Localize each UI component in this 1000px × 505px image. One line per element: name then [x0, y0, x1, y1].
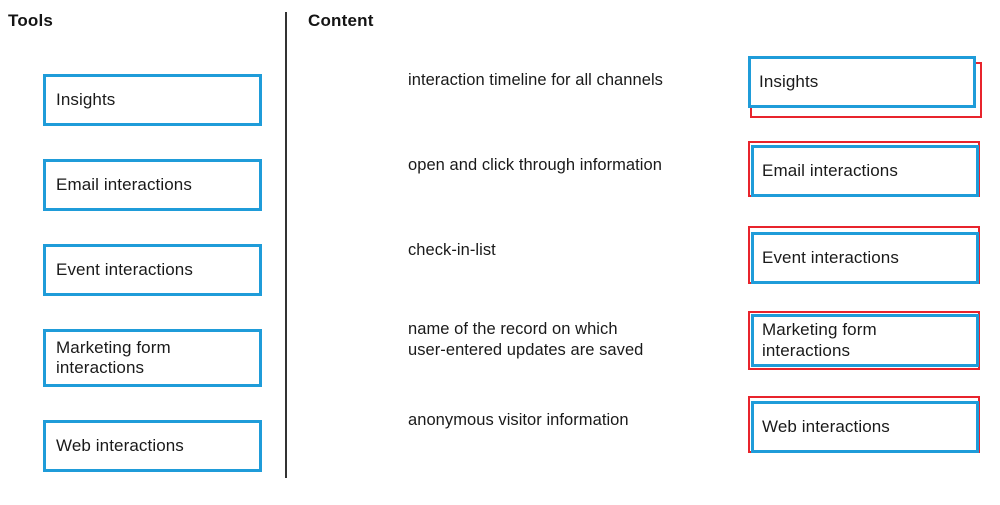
answer-dropzone[interactable]: Marketing form interactions	[748, 311, 980, 370]
answer-box-label: Insights	[759, 71, 819, 91]
tool-option-email-interactions[interactable]: Email interactions	[43, 159, 262, 211]
answer-row: interaction timeline for all channels In…	[408, 56, 993, 141]
tool-option-label: Web interactions	[56, 435, 184, 455]
answer-row-description: check-in-list	[408, 241, 496, 259]
tools-option-list: Insights Email interactions Event intera…	[43, 74, 262, 505]
tool-option-label: Email interactions	[56, 174, 192, 194]
answer-dropzone[interactable]: Insights	[748, 56, 982, 118]
content-answer-list: interaction timeline for all channels In…	[408, 56, 993, 481]
answer-box[interactable]: Email interactions	[751, 145, 979, 197]
answer-box[interactable]: Marketing form interactions	[751, 314, 979, 367]
answer-row-description: open and click through information	[408, 156, 662, 174]
answer-box-label: Event interactions	[762, 247, 899, 267]
answer-dropzone[interactable]: Event interactions	[748, 226, 980, 284]
tool-option-label: Event interactions	[56, 259, 193, 279]
answer-row: name of the record on which user-entered…	[408, 311, 993, 396]
answer-dropzone[interactable]: Web interactions	[748, 396, 980, 453]
tool-option-marketing-form-interactions[interactable]: Marketing form interactions	[43, 329, 262, 387]
answer-row-description: name of the record on which user-entered…	[408, 320, 644, 360]
answer-dropzone[interactable]: Email interactions	[748, 141, 980, 197]
content-column-heading: Content	[308, 11, 374, 30]
answer-row-description: anonymous visitor information	[408, 411, 629, 429]
tool-option-event-interactions[interactable]: Event interactions	[43, 244, 262, 296]
answer-row: open and click through information Email…	[408, 141, 993, 226]
answer-row-description: interaction timeline for all channels	[408, 71, 663, 89]
column-divider	[285, 12, 287, 478]
tool-option-insights[interactable]: Insights	[43, 74, 262, 126]
answer-box-label: Email interactions	[762, 160, 898, 180]
answer-box-label: Marketing form interactions	[762, 320, 877, 360]
tool-option-label: Marketing form interactions	[56, 337, 171, 377]
tool-option-label: Insights	[56, 89, 116, 109]
tool-option-web-interactions[interactable]: Web interactions	[43, 420, 262, 472]
tools-column-heading: Tools	[8, 11, 54, 30]
answer-row: anonymous visitor information Web intera…	[408, 396, 993, 481]
answer-box[interactable]: Event interactions	[751, 232, 979, 284]
answer-row: check-in-list Event interactions	[408, 226, 993, 311]
answer-box[interactable]: Insights	[748, 56, 976, 108]
exam-question-canvas: Tools Content Insights Email interaction…	[0, 0, 1000, 502]
answer-box[interactable]: Web interactions	[751, 401, 979, 453]
answer-box-label: Web interactions	[762, 416, 890, 436]
